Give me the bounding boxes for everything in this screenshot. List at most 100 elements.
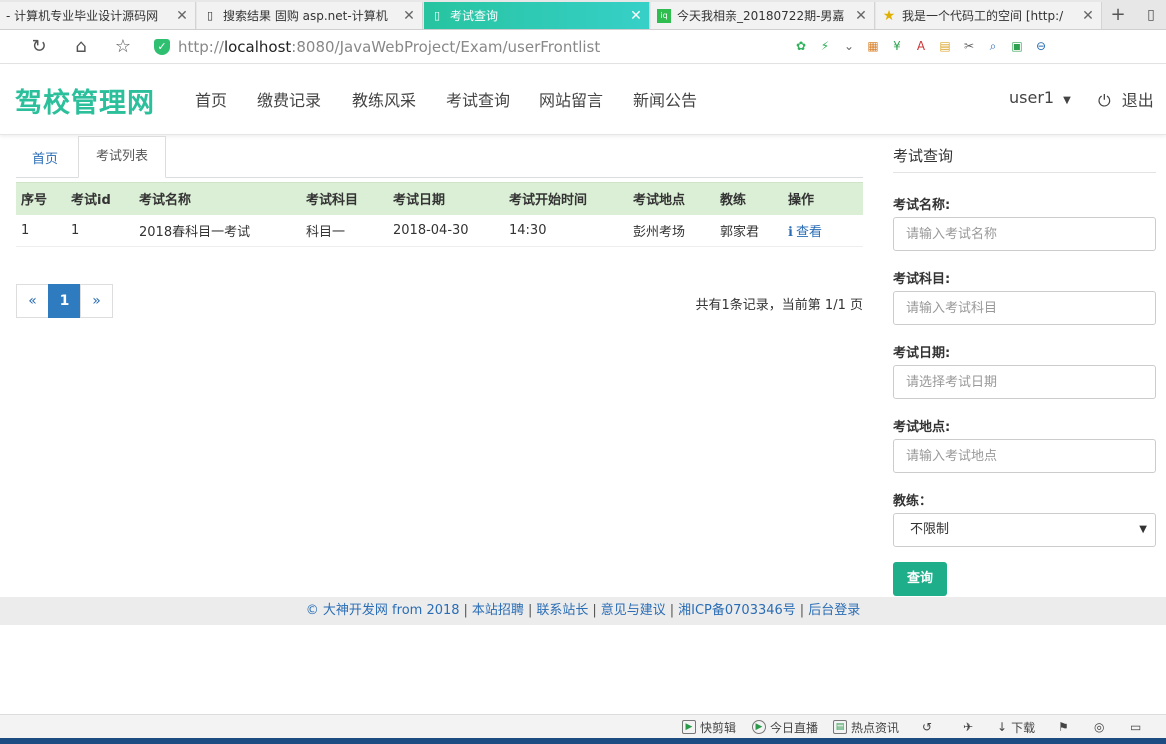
site-footer: © 大神开发网 from 2018 | 本站招聘 | 联系站长 | 意见与建议 | 湘ICP备0… <box>0 597 1166 625</box>
query-button[interactable]: 查询 <box>893 562 947 596</box>
footer-separator: | <box>527 603 533 618</box>
table-row: 1 1 2018春科目一考试 科目一 2018-04-30 14:30 彭州考场… <box>16 214 863 247</box>
status-quick-cut[interactable]: ▶ 快剪辑 <box>682 718 736 736</box>
column-header: 教练 <box>715 182 783 215</box>
status-live[interactable]: ▶ 今日直播 <box>752 718 818 736</box>
window-icon[interactable]: ▭ <box>1130 718 1141 736</box>
footer-link-admin-login[interactable]: 后台登录 <box>808 603 860 618</box>
site-logo[interactable]: 驾校管理网 <box>15 81 155 120</box>
new-tab-button[interactable]: + <box>1106 4 1130 26</box>
screenshot-icon[interactable]: ✂ <box>960 37 978 55</box>
browser-status-bar: ▶ 快剪辑 ▶ 今日直播 ▤ 热点资讯 ↺ ✈ ↓ 下载 ⚑ ◎ ▭ <box>0 714 1166 738</box>
breadcrumb-home[interactable]: 首页 <box>32 148 58 167</box>
page-info: 共有1条记录，当前第 1/1 页 <box>695 298 863 313</box>
exam-date-input[interactable] <box>893 365 1156 399</box>
iqiyi-icon: iq <box>657 8 671 23</box>
phone-icon[interactable]: ▯ <box>1140 4 1162 26</box>
close-icon[interactable]: ✕ <box>1081 8 1095 24</box>
zoom-icon[interactable]: ⌕ <box>984 37 1002 55</box>
footer-link-icp[interactable]: 湘ICP备0703346号 <box>678 603 796 618</box>
close-icon[interactable]: ✕ <box>629 8 643 24</box>
exam-name-label: 考试名称: <box>893 198 951 213</box>
download-icon: ↓ <box>997 720 1008 734</box>
refresh-icon[interactable]: ↺ <box>922 718 932 736</box>
url-path: :8080/JavaWebProject/Exam/userFrontlist <box>291 38 601 56</box>
status-label: 快剪辑 <box>700 720 737 735</box>
page-icon: ▯ <box>433 9 441 22</box>
caret-down-icon: ▼ <box>1063 95 1071 106</box>
column-header: 考试日期 <box>388 182 504 215</box>
divider <box>893 172 1156 173</box>
flag-icon[interactable]: ⚑ <box>1058 718 1069 736</box>
lightning-icon[interactable]: ⚡ <box>816 37 834 55</box>
url-scheme: http:// <box>178 38 224 56</box>
close-icon[interactable]: ✕ <box>402 8 416 24</box>
cell-location: 彭州考场 <box>628 214 715 247</box>
close-icon[interactable]: ✕ <box>175 8 189 24</box>
cell-subject: 科目一 <box>301 214 388 247</box>
user-name: user1 <box>1009 88 1055 107</box>
table-header-row: 序号 考试id 考试名称 考试科目 考试日期 考试开始时间 考试地点 教练 操作 <box>16 182 863 215</box>
column-header: 考试开始时间 <box>504 182 628 215</box>
breadcrumb: 首页 考试列表 <box>16 136 863 178</box>
nav-news[interactable]: 新闻公告 <box>633 87 697 111</box>
pin-icon[interactable]: ✈ <box>963 718 973 736</box>
translate-icon[interactable]: A <box>912 37 930 55</box>
breadcrumb-current[interactable]: 考试列表 <box>78 136 166 178</box>
cell-exam-id: 1 <box>66 214 134 247</box>
grid-icon[interactable]: ▤ <box>936 37 954 55</box>
bookmark-star-icon[interactable]: ☆ <box>112 36 134 58</box>
browser-tab-1[interactable]: ▯ 搜索结果 固购 asp.net-计算机 ✕ <box>197 2 423 29</box>
cell-exam-name: 2018春科目一考试 <box>134 214 301 247</box>
search-panel-title: 考试查询 <box>893 147 954 165</box>
speed-icon[interactable]: ✿ <box>792 37 810 55</box>
prev-page-button[interactable]: « <box>16 284 49 318</box>
user-menu[interactable]: user1 ▼ <box>1009 88 1071 107</box>
footer-link-recruit[interactable]: 本站招聘 <box>472 603 524 618</box>
column-header: 序号 <box>16 182 66 215</box>
exam-subject-input[interactable] <box>893 291 1156 325</box>
next-page-button[interactable]: » <box>80 284 113 318</box>
footer-link-contact[interactable]: 联系站长 <box>536 603 588 618</box>
footer-copyright[interactable]: © 大神开发网 from 2018 <box>306 603 460 618</box>
nav-coaches[interactable]: 教练风采 <box>352 87 416 111</box>
nav-messages[interactable]: 网站留言 <box>539 87 603 111</box>
nav-exam-query[interactable]: 考试查询 <box>446 87 510 111</box>
footer-link-feedback[interactable]: 意见与建议 <box>601 603 666 618</box>
address-bar[interactable]: ✓ http:// localhost :8080/JavaWebProject… <box>154 35 794 59</box>
browser-tab-4[interactable]: ★ 我是一个代码工的空间 [http:/ ✕ <box>876 2 1102 29</box>
nav-payments[interactable]: 缴费记录 <box>257 87 321 111</box>
close-icon[interactable]: ✕ <box>854 8 868 24</box>
browser-icon[interactable]: ◎ <box>1094 718 1104 736</box>
browser-tab-2-active[interactable]: ▯ 考试查询 ✕ <box>424 2 650 29</box>
cell-date: 2018-04-30 <box>388 214 504 247</box>
footer-separator: | <box>799 603 805 618</box>
view-link[interactable]: ℹ 查看 <box>788 225 822 240</box>
exam-location-input[interactable] <box>893 439 1156 473</box>
browser-tab-3[interactable]: iq 今天我相亲_20180722期-男嘉 ✕ <box>651 2 875 29</box>
nav-home[interactable]: 首页 <box>195 87 227 111</box>
chevron-down-icon[interactable]: ⌄ <box>840 37 858 55</box>
exam-date-label: 考试日期: <box>893 346 951 361</box>
logout-label: 退出 <box>1121 91 1154 110</box>
exam-name-input[interactable] <box>893 217 1156 251</box>
footer-separator: | <box>463 603 468 618</box>
reload-icon[interactable]: ↻ <box>28 36 50 58</box>
status-news[interactable]: ▤ 热点资讯 <box>833 718 899 736</box>
home-icon[interactable]: ⌂ <box>70 36 92 58</box>
coach-select[interactable]: 不限制 ▼ <box>893 513 1156 547</box>
news-icon: ▤ <box>833 720 847 734</box>
page-1-button[interactable]: 1 <box>48 284 81 318</box>
column-header: 考试科目 <box>301 182 388 215</box>
book-icon[interactable]: ▣ <box>1008 37 1026 55</box>
status-download[interactable]: ↓ 下载 <box>997 718 1035 736</box>
site-header: 驾校管理网 首页 缴费记录 教练风采 考试查询 网站留言 新闻公告 user1 … <box>0 65 1166 135</box>
apps-icon[interactable]: ▦ <box>864 37 882 55</box>
money-icon[interactable]: ¥ <box>888 37 906 55</box>
power-icon: ⏻ <box>1098 91 1111 110</box>
logout-button[interactable]: ⏻ 退出 <box>1098 87 1154 111</box>
column-header: 考试名称 <box>134 182 301 215</box>
browser-tab-0[interactable]: - 计算机专业毕业设计源码网 ✕ <box>0 2 196 29</box>
minus-circle-icon[interactable]: ⊖ <box>1032 37 1050 55</box>
tab-title: - 计算机专业毕业设计源码网 <box>6 9 159 23</box>
